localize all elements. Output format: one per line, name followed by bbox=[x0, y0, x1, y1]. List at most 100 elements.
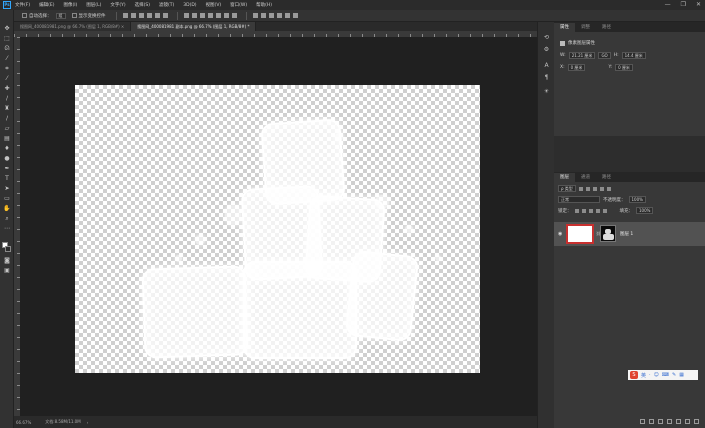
ime-toolbox-icon[interactable]: ▦ bbox=[679, 372, 684, 378]
minimize-button[interactable]: — bbox=[665, 1, 671, 8]
menu-window[interactable]: 窗口(W) bbox=[230, 2, 247, 8]
filter-pixel-icon[interactable] bbox=[578, 186, 583, 191]
gradient-tool[interactable]: ▤ bbox=[3, 136, 11, 142]
background-color-swatch[interactable] bbox=[5, 246, 11, 252]
zoom-tool[interactable]: ⌕ bbox=[3, 216, 11, 222]
menu-filter[interactable]: 滤镜(T) bbox=[159, 2, 174, 8]
healing-tool[interactable]: ✚ bbox=[3, 86, 11, 92]
hand-tool[interactable]: ✋ bbox=[3, 206, 11, 212]
lightbulb-icon[interactable]: ☀ bbox=[543, 88, 550, 95]
ime-handwriting-icon[interactable]: ✎ bbox=[672, 372, 676, 378]
layer-mask-thumbnail[interactable] bbox=[600, 225, 616, 242]
crop-tool[interactable]: ⌗ bbox=[3, 66, 11, 72]
adjustments-icon[interactable]: ⚙ bbox=[543, 46, 550, 53]
document-canvas[interactable] bbox=[75, 85, 480, 373]
tab-paths[interactable]: 路径 bbox=[596, 173, 617, 182]
eraser-tool[interactable]: ▱ bbox=[3, 126, 11, 132]
lock-transparency-icon[interactable] bbox=[574, 208, 579, 213]
quick-select-tool[interactable]: ⁄ bbox=[3, 56, 11, 62]
height-field[interactable]: 14.4 厘米 bbox=[621, 52, 646, 59]
filter-smart-icon[interactable] bbox=[606, 186, 611, 191]
eyedropper-tool[interactable]: ⁄ bbox=[3, 76, 11, 82]
layer-thumbnail[interactable] bbox=[566, 224, 594, 244]
layer-style-icon[interactable] bbox=[649, 418, 654, 424]
layer-name[interactable]: 图层 1 bbox=[620, 231, 633, 237]
lasso-tool[interactable]: ᘏ bbox=[3, 46, 11, 52]
menu-help[interactable]: 帮助(H) bbox=[256, 2, 272, 8]
ime-keyboard-icon[interactable]: ⌨ bbox=[662, 372, 669, 378]
align-left-icon[interactable] bbox=[146, 13, 152, 18]
3d-mode-icon[interactable] bbox=[252, 13, 258, 18]
distribute-left-icon[interactable] bbox=[207, 13, 213, 18]
tab-properties[interactable]: 属性 bbox=[554, 23, 575, 32]
layer-kind-filter[interactable]: ρ 类型 bbox=[558, 185, 576, 192]
link-dimensions-button[interactable]: GO bbox=[598, 52, 611, 59]
dodge-tool[interactable]: ● bbox=[3, 156, 11, 162]
3d-roll-icon[interactable] bbox=[268, 13, 274, 18]
align-right-icon[interactable] bbox=[162, 13, 168, 18]
history-brush-tool[interactable]: ∕ bbox=[3, 116, 11, 122]
menu-image[interactable]: 图像(I) bbox=[63, 2, 77, 8]
move-tool[interactable]: ✥ bbox=[3, 26, 11, 32]
3d-scale-icon[interactable] bbox=[292, 13, 298, 18]
stamp-tool[interactable]: ♜ bbox=[3, 106, 11, 112]
menu-3d[interactable]: 3D(D) bbox=[183, 3, 196, 8]
distribute-bottom-icon[interactable] bbox=[199, 13, 205, 18]
paragraph-icon[interactable]: ¶ bbox=[543, 74, 550, 81]
align-top-icon[interactable] bbox=[122, 13, 128, 18]
transform-controls-checkbox[interactable] bbox=[71, 13, 77, 18]
tab-paths-top[interactable]: 路径 bbox=[596, 23, 617, 32]
filter-adjustment-icon[interactable] bbox=[585, 186, 590, 191]
shape-tool[interactable]: ▭ bbox=[3, 196, 11, 202]
canvas-workspace[interactable] bbox=[20, 37, 537, 416]
x-field[interactable]: 0 厘米 bbox=[567, 64, 586, 71]
ime-emoji-icon[interactable]: ☺ bbox=[654, 372, 659, 378]
trash-icon[interactable] bbox=[694, 418, 699, 424]
auto-align-icon[interactable] bbox=[231, 13, 237, 18]
path-select-tool[interactable]: ➤ bbox=[3, 186, 11, 192]
new-layer-icon[interactable] bbox=[685, 418, 690, 424]
distribute-right-icon[interactable] bbox=[223, 13, 229, 18]
close-button[interactable]: ✕ bbox=[696, 1, 701, 8]
pen-tool[interactable]: ✒ bbox=[3, 166, 11, 172]
align-bottom-icon[interactable] bbox=[138, 13, 144, 18]
blend-mode-dropdown[interactable]: 正常 bbox=[558, 196, 600, 203]
restore-button[interactable]: ❐ bbox=[681, 1, 686, 8]
menu-view[interactable]: 视图(V) bbox=[206, 2, 222, 8]
tab-adjustments[interactable]: 调整 bbox=[575, 23, 596, 32]
tab-channels[interactable]: 通道 bbox=[575, 173, 596, 182]
lock-position-icon[interactable] bbox=[588, 208, 593, 213]
distribute-center-icon[interactable] bbox=[215, 13, 221, 18]
tab-layers[interactable]: 图层 bbox=[554, 173, 575, 182]
lock-pixels-icon[interactable] bbox=[581, 208, 586, 213]
opacity-field[interactable]: 100% bbox=[628, 196, 646, 203]
brush-tool[interactable]: ∕ bbox=[3, 96, 11, 102]
ime-language-toggle[interactable]: 英 bbox=[641, 372, 646, 379]
y-field[interactable]: 0 厘米 bbox=[615, 64, 633, 71]
ime-punctuation-icon[interactable]: · bbox=[649, 372, 651, 378]
sogou-logo[interactable]: S bbox=[630, 371, 638, 379]
auto-select-checkbox[interactable] bbox=[22, 13, 27, 18]
menu-edit[interactable]: 编辑(E) bbox=[39, 2, 54, 8]
character-icon[interactable]: A bbox=[543, 62, 550, 69]
blur-tool[interactable]: ♦ bbox=[3, 146, 11, 152]
menu-file[interactable]: 文件(F) bbox=[15, 2, 30, 8]
align-center-icon[interactable] bbox=[154, 13, 160, 18]
marquee-tool[interactable]: ⬚ bbox=[3, 36, 11, 42]
auto-select-dropdown[interactable]: 组 bbox=[55, 12, 66, 19]
more-tools[interactable]: ⋯ bbox=[3, 226, 11, 232]
filter-shape-icon[interactable] bbox=[599, 186, 604, 191]
eye-icon[interactable]: ◉ bbox=[558, 231, 562, 237]
lock-artboard-icon[interactable] bbox=[595, 208, 600, 213]
new-group-icon[interactable] bbox=[676, 418, 681, 424]
3d-rotate-icon[interactable] bbox=[260, 13, 266, 18]
3d-pan-icon[interactable] bbox=[276, 13, 282, 18]
fill-field[interactable]: 100% bbox=[636, 207, 654, 214]
new-adjustment-icon[interactable] bbox=[667, 418, 672, 424]
lock-all-icon[interactable] bbox=[602, 208, 607, 213]
layer-row[interactable]: ◉ ⛓ 图层 1 bbox=[554, 222, 705, 246]
history-icon[interactable]: ⟲ bbox=[543, 34, 550, 41]
link-layers-icon[interactable] bbox=[640, 418, 645, 424]
screen-mode-button[interactable]: ▣ bbox=[3, 268, 11, 274]
tab-document-2[interactable]: 搜图网_400081981 副本.png @ 66.7% (图层 1, RGB/… bbox=[131, 22, 257, 31]
